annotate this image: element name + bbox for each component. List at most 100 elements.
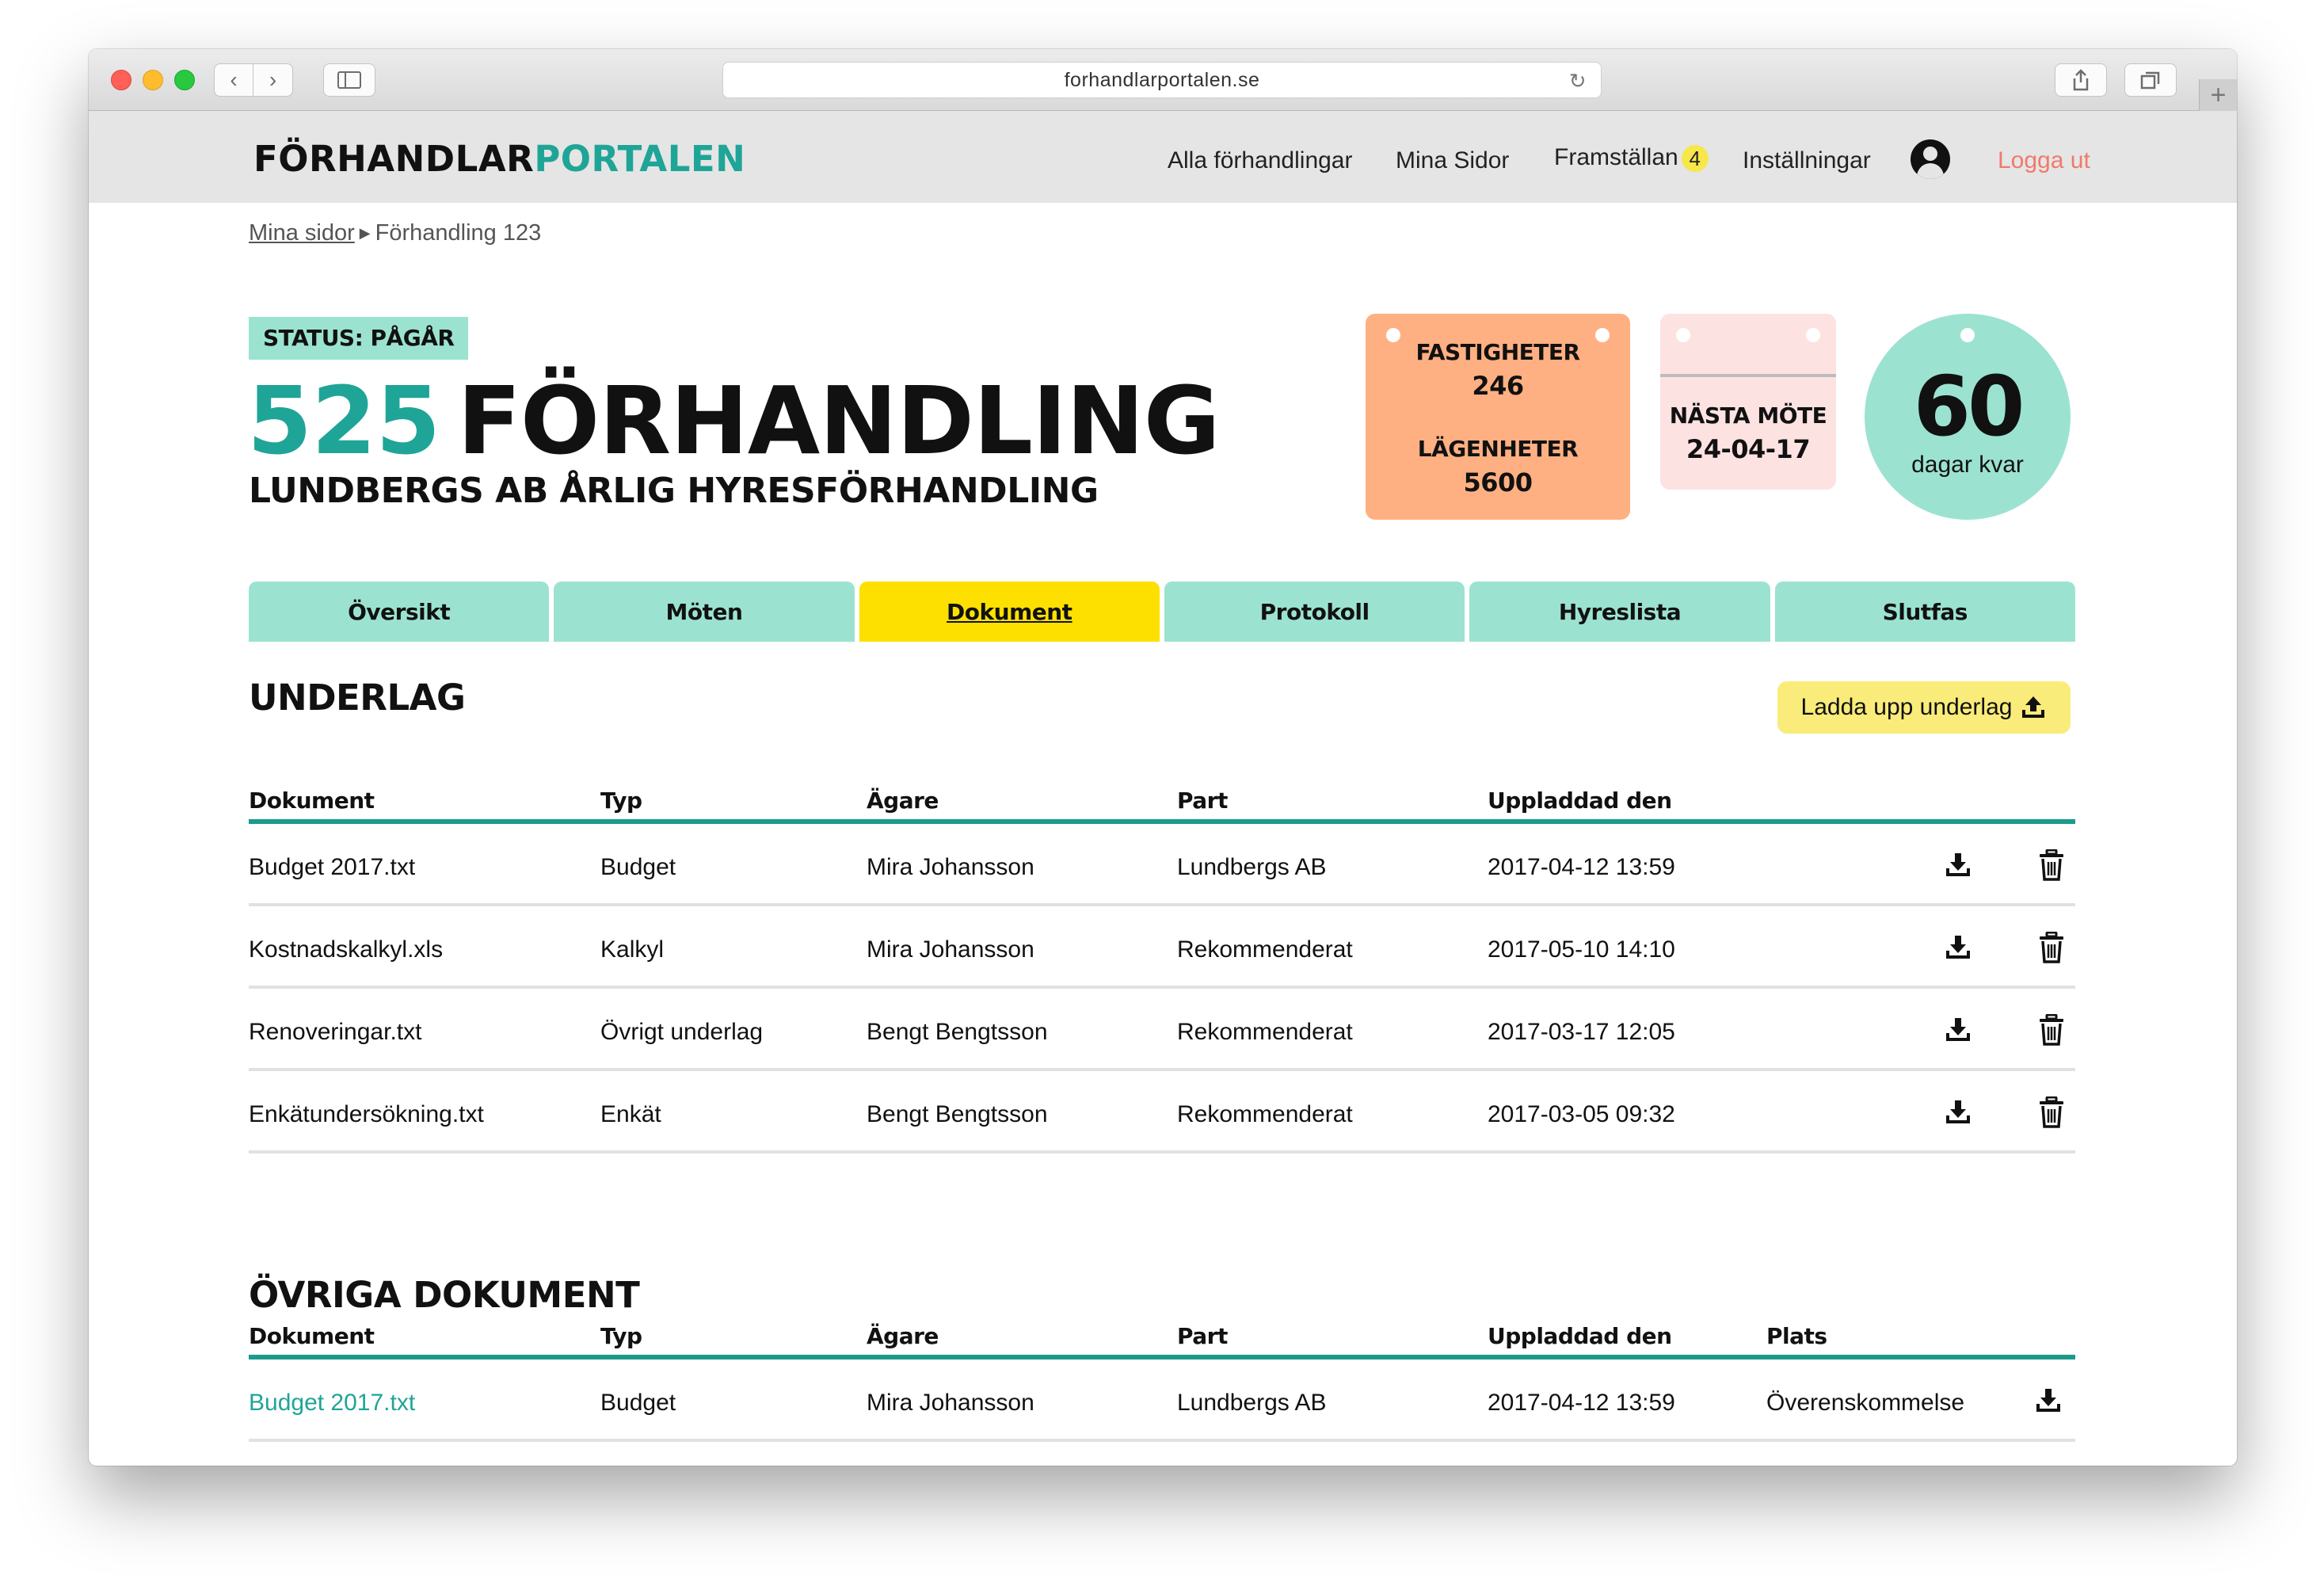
browser-toolbar: ‹ › forhandlarportalen.se ↻ + xyxy=(89,49,2237,111)
nav-all-negotiations[interactable]: Alla förhandlingar xyxy=(1168,147,1352,174)
download-button[interactable] xyxy=(1942,1014,1974,1046)
table-row: Kostnadskalkyl.xlsKalkylMira JohanssonRe… xyxy=(249,1442,2075,1466)
download-icon xyxy=(1946,853,1970,876)
reload-icon[interactable]: ↻ xyxy=(1569,69,1587,93)
table-row: Renoveringar.txt Övrigt underlag Bengt Ben… xyxy=(249,989,2075,1071)
col-header-owner: Ägare xyxy=(867,1323,939,1349)
days-left-indicator: 60 dagar kvar xyxy=(1865,314,2071,520)
table-cell: Kalkyl xyxy=(600,936,665,963)
tab-oversikt[interactable]: Översikt xyxy=(249,582,550,642)
tab-hyreslista[interactable]: Hyreslista xyxy=(1469,582,1770,642)
tab-moten[interactable]: Möten xyxy=(554,582,855,642)
upload-button-label: Ladda upp underlag xyxy=(1800,694,2013,720)
share-button[interactable] xyxy=(2055,63,2107,97)
delete-button[interactable] xyxy=(2036,932,2067,963)
breadcrumb: Mina sidor ▶ Förhandling 123 xyxy=(249,220,541,246)
tabs-icon xyxy=(2140,71,2160,90)
tab-label: Möten xyxy=(665,598,743,625)
table-cell: 2017-04-12 13:59 xyxy=(1488,1390,1675,1416)
next-meeting-label: NÄSTA MÖTE xyxy=(1669,402,1827,429)
table-row: Enkätundersökning.txt Enkät Bengt Bengtsso… xyxy=(249,1071,2075,1154)
document-name: Budget 2017.txt xyxy=(249,854,416,880)
delete-button[interactable] xyxy=(2036,1096,2067,1128)
table-cell: 2017-03-05 09:32 xyxy=(1488,1101,1675,1127)
breadcrumb-current: Förhandling 123 xyxy=(375,220,542,246)
tab-slutfas[interactable]: Slutfas xyxy=(1774,582,2075,642)
document-name[interactable]: Budget 2017.txt xyxy=(249,1390,415,1417)
status-badge: STATUS: PÅGÅR xyxy=(249,317,469,360)
underlag-table-header: Dokument Typ Ägare Part Uppladdad den xyxy=(249,770,2075,824)
next-meeting-date: 24-04-17 xyxy=(1686,434,1811,464)
trash-icon xyxy=(2040,1096,2063,1128)
apartments-label: LÄGENHETER xyxy=(1417,436,1579,462)
page-subtitle: LUNDBERGS AB ÅRLIG HYRESFÖRHANDLING xyxy=(249,471,1099,511)
table-row: Kostnadskalkyl.xlsKalkylMira JohanssonRe… xyxy=(249,906,2075,989)
trash-icon xyxy=(2040,932,2063,963)
col-header-owner: Ägare xyxy=(867,787,939,814)
delete-button[interactable] xyxy=(2036,1014,2067,1046)
show-tabs-button[interactable] xyxy=(2124,63,2177,97)
trash-icon xyxy=(2040,1014,2063,1046)
table-cell: Bengt Bengtsson xyxy=(867,1101,1048,1127)
tab-label: Protokoll xyxy=(1259,598,1370,625)
col-header-party: Part xyxy=(1177,1323,1228,1349)
upload-underlag-button[interactable]: Ladda upp underlag xyxy=(1777,681,2071,734)
download-button[interactable] xyxy=(2033,1385,2064,1417)
document-name: Kostnadskalkyl.xls xyxy=(249,936,444,963)
nav-requests[interactable]: Framställan 4 xyxy=(1554,144,1709,173)
section-tabs: Översikt Möten Dokument Protokoll Hyresl… xyxy=(249,582,2075,642)
col-header-party: Part xyxy=(1177,787,1228,814)
tab-label: Hyreslista xyxy=(1558,598,1682,625)
site-logo[interactable]: FÖRHANDLARPORTALEN xyxy=(253,138,745,180)
tab-protokoll[interactable]: Protokoll xyxy=(1164,582,1465,642)
nav-my-pages[interactable]: Mina Sidor xyxy=(1396,147,1509,174)
table-cell: 2017-05-10 14:10 xyxy=(1488,936,1675,963)
table-row: Budget 2017.txt Budget Mira Johansson Lundb… xyxy=(249,1359,2075,1442)
download-icon xyxy=(1946,1018,1970,1041)
chevron-left-icon: ‹ xyxy=(230,67,238,92)
new-tab-button[interactable]: + xyxy=(2199,79,2237,111)
col-header-location: Plats xyxy=(1766,1323,1827,1349)
table-cell: Mira Johansson xyxy=(867,936,1034,963)
col-header-type: Typ xyxy=(600,1323,642,1349)
tab-dokument[interactable]: Dokument xyxy=(859,582,1160,642)
plus-icon: + xyxy=(2210,79,2227,110)
download-button[interactable] xyxy=(1942,1096,1974,1128)
minimize-window-button[interactable] xyxy=(143,70,163,90)
col-header-document: Dokument xyxy=(249,1323,375,1349)
table-cell: Mira Johansson xyxy=(867,854,1034,880)
apartments-value: 5600 xyxy=(1463,467,1533,498)
download-button[interactable] xyxy=(1942,849,1974,881)
nav-settings[interactable]: Inställningar xyxy=(1743,147,1871,174)
caret-right-icon: ▶ xyxy=(359,225,371,241)
back-button[interactable]: ‹ xyxy=(214,63,253,97)
properties-label: FASTIGHETER xyxy=(1415,339,1580,365)
download-icon xyxy=(1946,1100,1970,1123)
chevron-right-icon: › xyxy=(269,67,277,92)
delete-button[interactable] xyxy=(2036,849,2067,881)
table-row: Budget 2017.txt Budget Mira Johansson Lundb… xyxy=(249,824,2075,906)
table-cell: 2017-03-17 12:05 xyxy=(1488,1019,1675,1045)
download-button[interactable] xyxy=(1942,932,1974,963)
sidebar-toggle-button[interactable] xyxy=(323,63,375,97)
user-avatar-icon[interactable] xyxy=(1911,139,1950,179)
zoom-window-button[interactable] xyxy=(174,70,195,90)
logo-text-primary: FÖRHANDLAR xyxy=(253,138,535,180)
tab-label: Översikt xyxy=(348,598,451,625)
table-cell: Enkät xyxy=(600,1101,661,1127)
table-cell: Lundbergs AB xyxy=(1177,854,1327,880)
breadcrumb-parent-link[interactable]: Mina sidor xyxy=(249,220,355,246)
ovriga-table-header: Dokument Typ Ägare Part Uppladdad den Pl… xyxy=(249,1306,2075,1359)
logout-link[interactable]: Logga ut xyxy=(1998,147,2090,174)
requests-count-badge: 4 xyxy=(1681,145,1709,173)
table-cell: Budget xyxy=(600,1390,676,1416)
address-bar[interactable]: forhandlarportalen.se ↻ xyxy=(722,62,1602,98)
tab-label: Dokument xyxy=(947,598,1072,625)
negotiation-number: 525 xyxy=(247,366,440,475)
forward-button[interactable]: › xyxy=(253,63,293,97)
table-cell: Budget xyxy=(600,854,676,880)
sidebar-icon xyxy=(337,71,361,89)
table-cell: Lundbergs AB xyxy=(1177,1390,1327,1416)
close-window-button[interactable] xyxy=(111,70,131,90)
page-title-text: FÖRHANDLING xyxy=(457,366,1220,475)
